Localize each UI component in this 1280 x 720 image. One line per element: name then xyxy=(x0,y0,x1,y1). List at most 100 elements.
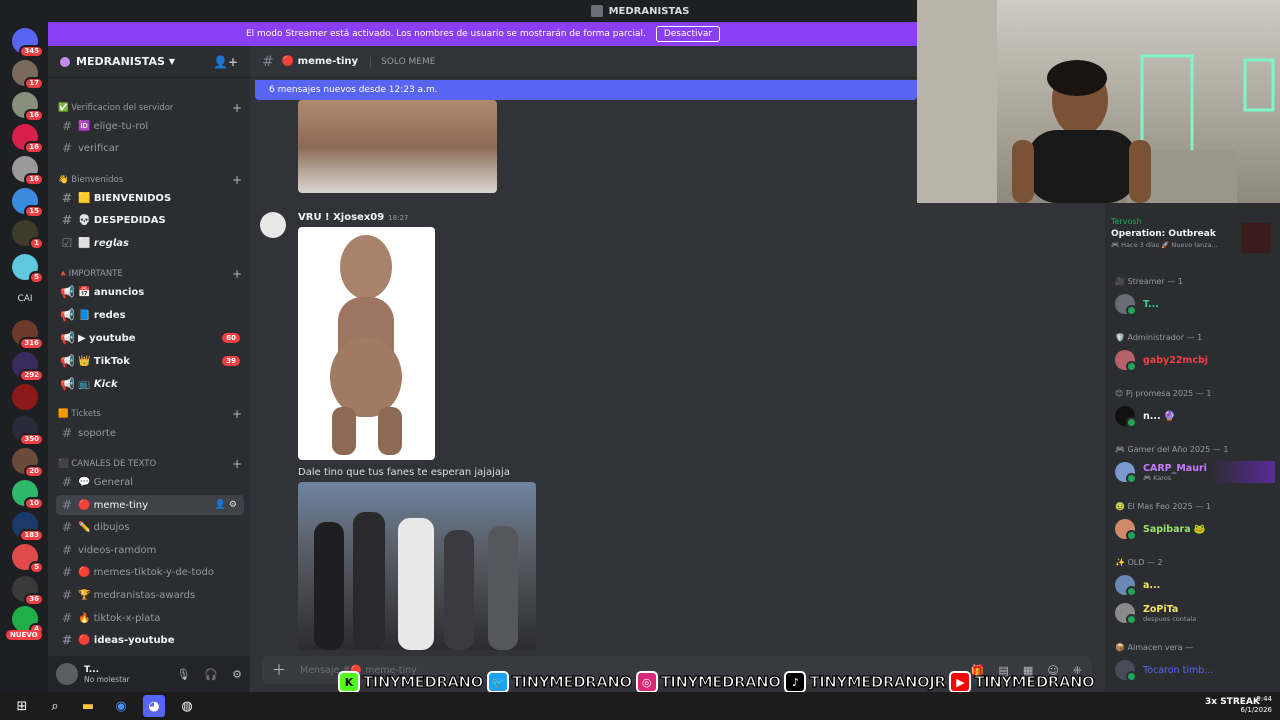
server-item[interactable]: 36 xyxy=(12,576,44,606)
search-icon[interactable]: ⌕ xyxy=(44,695,66,717)
channel-elige-tu-rol[interactable]: # 🆔 elige-tu-rol xyxy=(56,116,244,136)
social-handle: TINYMEDRANO xyxy=(974,672,1096,691)
server-discord-home[interactable]: 345 xyxy=(12,28,44,58)
member-item[interactable]: gaby22mcbj xyxy=(1115,349,1275,372)
avatar xyxy=(1115,660,1137,682)
new-messages-bar[interactable]: 6 mensajes nuevos desde 12:23 a.m. xyxy=(255,80,917,100)
hash-icon: # xyxy=(61,141,73,155)
member-item[interactable]: CARP_Mauri 🎮 Karos xyxy=(1115,461,1275,484)
server-item[interactable]: 16 xyxy=(12,124,44,154)
server-item[interactable]: 4 xyxy=(12,606,44,636)
headphones-icon[interactable]: 🎧 xyxy=(204,668,218,681)
member-item[interactable]: Tocaron timb... xyxy=(1115,659,1275,682)
server-cai[interactable]: CAI xyxy=(12,286,38,312)
channel-topic: SOLO MEME xyxy=(370,56,435,67)
server-item[interactable]: 16 xyxy=(12,156,44,186)
invite-icon[interactable]: 👤+ xyxy=(213,55,238,69)
message-author[interactable]: VRU ! Xjosex09 xyxy=(298,212,384,223)
add-channel-icon[interactable]: + xyxy=(232,407,242,421)
channel-label: 🏆 medranistas-awards xyxy=(78,589,196,601)
microphone-icon[interactable]: 🎙 xyxy=(176,668,190,681)
server-item[interactable]: 17 xyxy=(12,60,44,90)
channel-tiktok-x-plata[interactable]: # 🔥 tiktok-x-plata xyxy=(56,608,244,628)
channel-kick[interactable]: 📢 📺 𝙆𝙞𝙘𝙠 xyxy=(56,374,244,394)
channel-meme-tiny[interactable]: # 🔴 meme-tiny 👤⚙ xyxy=(56,495,244,515)
add-channel-icon[interactable]: + xyxy=(232,173,242,187)
channel-reglas[interactable]: ☑ ⬜ 𝙧𝙚𝙜𝙡𝙖𝙨 xyxy=(56,233,244,253)
category-bienvenidos[interactable]: 👋 Bienvenidos + xyxy=(58,173,242,187)
avatar[interactable] xyxy=(260,212,286,238)
image-attachment[interactable] xyxy=(298,482,536,650)
user-name: T... xyxy=(84,664,100,675)
channel-general[interactable]: # 💬 General xyxy=(56,472,244,492)
category-canales[interactable]: ⬛ CANALES DE TEXTO + xyxy=(58,457,242,471)
channel-dibujos[interactable]: # ✏️ dibujos xyxy=(56,517,244,537)
server-item[interactable]: 10 xyxy=(12,480,44,510)
avatar xyxy=(1115,350,1137,372)
badge: 10 xyxy=(24,497,44,510)
role-header: 📦 Almacen vera — xyxy=(1115,643,1194,652)
channel-despedidas[interactable]: # 💀 DESPEDIDAS xyxy=(56,210,244,230)
member-item[interactable]: a... xyxy=(1115,574,1275,597)
channel-tiktok[interactable]: 📢 👑 TikTok 39 xyxy=(56,351,244,371)
server-item[interactable]: 5 xyxy=(12,544,44,574)
member-item[interactable]: ZoPiTa despues contala xyxy=(1115,602,1275,625)
server-item[interactable]: 20 xyxy=(12,448,44,478)
server-item[interactable]: 1 xyxy=(12,220,44,250)
add-channel-icon[interactable]: + xyxy=(232,457,242,471)
channel-settings-icon[interactable]: 👤⚙ xyxy=(215,500,240,510)
server-item[interactable]: 316 xyxy=(12,320,44,350)
server-header[interactable]: MEDRANISTAS ▼ 👤+ xyxy=(48,46,250,78)
avatar[interactable] xyxy=(56,663,78,685)
avatar xyxy=(1115,462,1137,484)
add-channel-icon[interactable]: + xyxy=(232,101,242,115)
discord-icon[interactable]: ◕ xyxy=(143,695,165,717)
member-item[interactable]: Sapibara 🐸 xyxy=(1115,518,1275,541)
category-tickets[interactable]: 🟧 Tickets + xyxy=(58,407,242,421)
member-item[interactable]: n... 🔮 xyxy=(1115,405,1275,428)
channel-label: 🆔 elige-tu-rol xyxy=(78,120,149,132)
badge: 17 xyxy=(24,77,44,90)
user-panel: T... No molestar 🎙 🎧 ⚙ xyxy=(48,656,250,692)
member-item[interactable]: T... xyxy=(1115,293,1275,316)
add-attachment-icon[interactable]: ＋ xyxy=(272,660,286,680)
hash-icon: # xyxy=(61,633,73,647)
server-item[interactable]: 292 xyxy=(12,352,44,382)
obs-icon[interactable]: ◍ xyxy=(176,695,198,717)
server-item[interactable]: 16 xyxy=(12,92,44,122)
channel-medranistas-awards[interactable]: # 🏆 medranistas-awards xyxy=(56,585,244,605)
social-twitter: 🐦 TINYMEDRANO xyxy=(486,671,633,693)
category-verificacion[interactable]: ✅ Verificacion del servidor + xyxy=(58,101,242,115)
gear-icon[interactable]: ⚙ xyxy=(232,668,242,681)
channel-ideas-youtube[interactable]: # 🔴 ideas-youtube xyxy=(56,630,244,650)
server-item[interactable] xyxy=(12,384,38,410)
channel-bienvenidos[interactable]: # 🟨 BIENVENIDOS xyxy=(56,188,244,208)
category-importante[interactable]: 🔺IMPORTANTE + xyxy=(58,267,242,281)
windows-start-icon[interactable]: ⊞ xyxy=(11,695,33,717)
channel-label: ⬜ 𝙧𝙚𝙜𝙡𝙖𝙨 xyxy=(78,237,129,249)
server-item[interactable]: 183 xyxy=(12,512,44,542)
channel-redes[interactable]: 📢 📘 redes xyxy=(56,305,244,325)
channel-verificar[interactable]: # verificar xyxy=(56,138,244,158)
channel-label: ✏️ dibujos xyxy=(78,521,130,533)
channel-memes-tiktok[interactable]: # 🔴 memes-tiktok-y-de-todo xyxy=(56,562,244,582)
activity-card[interactable]: Tervosh Operation: Outbreak 🎮 Hace 3 día… xyxy=(1111,217,1273,263)
deactivate-button[interactable]: Desactivar xyxy=(655,26,721,42)
server-item[interactable]: 15 xyxy=(12,188,44,218)
chrome-icon[interactable]: ◉ xyxy=(110,695,132,717)
server-item[interactable]: 5 xyxy=(12,254,44,284)
channel-anuncios[interactable]: 📢 📅 anuncios xyxy=(56,282,244,302)
add-channel-icon[interactable]: + xyxy=(232,267,242,281)
image-attachment[interactable] xyxy=(298,227,435,460)
image-attachment[interactable] xyxy=(298,100,497,193)
channel-name: 🔴 meme-tiny xyxy=(281,56,359,67)
channel-soporte[interactable]: # soporte xyxy=(56,423,244,443)
server-item[interactable]: 350 xyxy=(12,416,44,446)
tiktok-icon: ♪ xyxy=(784,671,807,693)
file-explorer-icon[interactable]: ▬ xyxy=(77,695,99,717)
channel-youtube[interactable]: 📢 ▶ youtube 60 xyxy=(56,328,244,348)
channel-videos-ramdom[interactable]: # videos-ramdom xyxy=(56,540,244,560)
channel-sidebar: MEDRANISTAS ▼ 👤+ ✅ Verificacion del serv… xyxy=(48,46,250,692)
avatar xyxy=(1115,575,1137,597)
chevron-down-icon: ▼ xyxy=(168,57,176,66)
